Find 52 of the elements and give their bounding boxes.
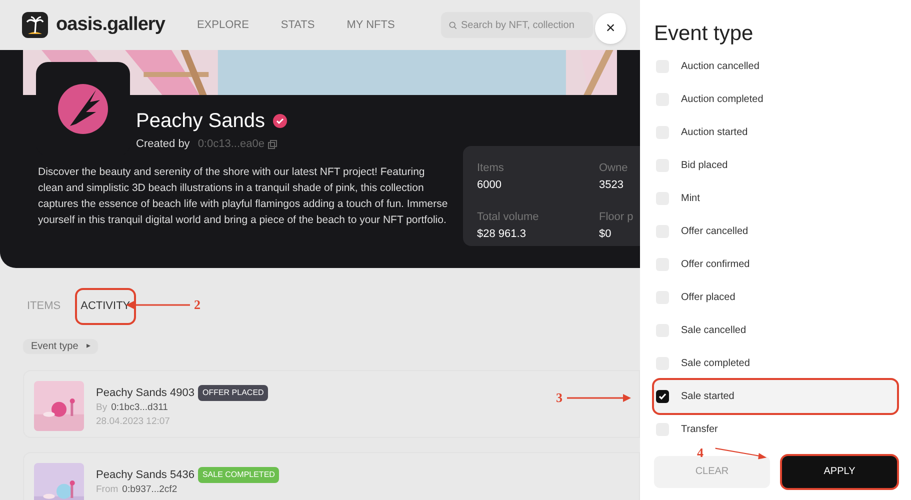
activity-card[interactable]: Peachy Sands 5436 SALE COMPLETED From 0:b937...2cf2 (23, 452, 640, 500)
stat-value: 6000 (477, 178, 502, 192)
annotation-number: 3 (556, 389, 562, 407)
event-option[interactable]: Sale started (654, 380, 897, 412)
nav-link[interactable]: STATS (280, 16, 315, 34)
tab[interactable]: ACTIVITY (76, 290, 134, 322)
wing-logo-icon (56, 82, 110, 136)
check-icon (658, 392, 667, 400)
palm-tree-logo-icon (22, 12, 48, 38)
event-option[interactable]: Auction cancelled (654, 50, 897, 82)
event-badge: OFFER PLACED (198, 384, 268, 401)
event-option[interactable]: Mint (654, 182, 897, 214)
stat-label: Floor p (599, 210, 634, 225)
annotation-number: 2 (194, 296, 200, 314)
event-option[interactable]: Offer cancelled (654, 214, 897, 248)
stat-label: Total volume (477, 210, 540, 225)
apply-button[interactable]: APPLY (782, 456, 897, 488)
event-option[interactable]: Offer confirmed (654, 248, 897, 280)
copy-icon[interactable] (268, 140, 278, 149)
nav-link[interactable]: MY NFTS (346, 16, 395, 34)
event-option[interactable]: Auction completed (654, 82, 897, 116)
stat-value: $0 (599, 226, 612, 242)
item-title: Peachy Sands 4903 (96, 386, 194, 400)
drawer-title: Event type (654, 21, 754, 47)
by-label: By (96, 401, 108, 415)
stat-label: Items (477, 161, 505, 176)
stat-value: $28 961.3 (477, 226, 527, 242)
collection-title: Peachy Sands (136, 109, 265, 134)
event-date: 28.04.2023 12:07 (96, 415, 171, 430)
event-option[interactable]: Auction started (654, 116, 897, 148)
nav-link[interactable]: EXPLORE (196, 16, 249, 34)
checkbox[interactable] (656, 390, 669, 402)
stat-label: Owne (599, 161, 629, 176)
event-option[interactable]: Offer placed (654, 280, 897, 314)
event-option[interactable]: Sale cancelled (654, 314, 897, 346)
address-link[interactable]: 0:b937...2cf2 (122, 483, 178, 498)
stat-value: 3523 (599, 178, 624, 192)
collection-description: Discover the beauty and serenity of the shore with our latest NFT project! Featuring clean and simplistic 3D beach illustrations in a tranquil shade of pink, this collection captures the essence of beach life with playful flamingos adding a touch of fun. Immerse yourself in this tranquil digital world and bring a piece of the beach to your NFT portfolio. (38, 165, 448, 228)
event-option[interactable]: Sale completed (654, 346, 897, 380)
item-title: Peachy Sands 5436 (96, 468, 194, 482)
created-by-label: Created by (136, 137, 190, 152)
search-field[interactable]: Search by NFT, collection (441, 12, 593, 38)
address-link[interactable]: 0:1bc3...d311 (111, 401, 168, 416)
logo-text: oasis.gallery (56, 12, 165, 37)
annotation-arrow (566, 392, 630, 403)
by-label: From (96, 483, 118, 497)
event-type-button[interactable]: Event type ▸ (23, 338, 98, 354)
event-badge: SALE COMPLETED (198, 466, 279, 483)
event-option[interactable]: Bid placed (654, 148, 897, 182)
search-icon (449, 20, 457, 30)
event-option[interactable]: Transfer (654, 412, 897, 446)
search-input[interactable]: Search by NFT, collection (461, 18, 593, 32)
